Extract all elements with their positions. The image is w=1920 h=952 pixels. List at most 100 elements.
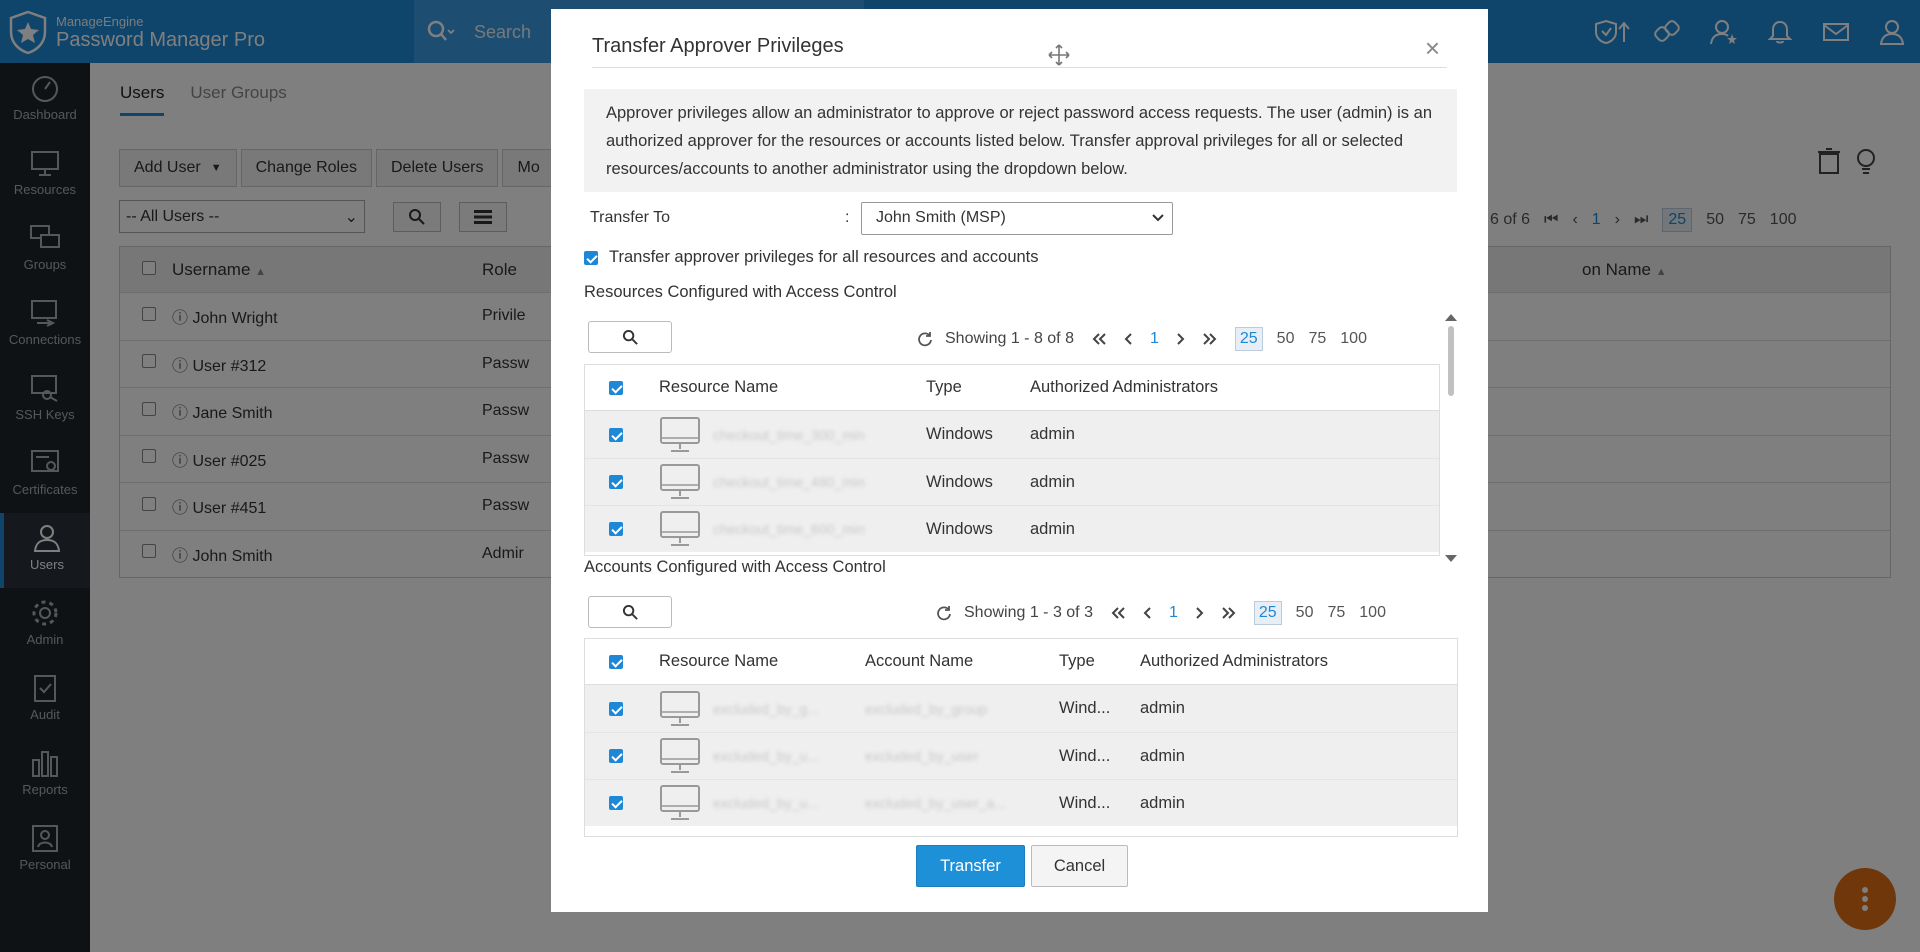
accounts-table: Resource Name Account Name Type Authoriz… <box>584 638 1458 837</box>
prev-page-icon[interactable] <box>1124 333 1132 345</box>
search-icon <box>622 604 638 620</box>
current-page[interactable]: 1 <box>1150 330 1159 348</box>
type-cell: Wind... <box>1059 699 1111 717</box>
authorized-admins-header[interactable]: Authorized Administrators <box>1030 378 1218 397</box>
transfer-all-row: Transfer approver privileges for all res… <box>584 248 1039 267</box>
resource-name-header[interactable]: Resource Name <box>659 378 926 397</box>
row-checkbox[interactable] <box>609 749 623 763</box>
accounts-section-title: Accounts Configured with Access Control <box>584 558 886 576</box>
row-checkbox[interactable] <box>609 522 623 536</box>
row-checkbox[interactable] <box>609 475 623 489</box>
type-cell: Windows <box>926 519 993 538</box>
refresh-icon[interactable] <box>936 605 952 621</box>
table-row[interactable]: excluded_by_u... excluded_by_user Wind..… <box>585 732 1457 779</box>
info-panel: Approver privileges allow an administrat… <box>584 89 1457 192</box>
next-page-icon[interactable] <box>1177 333 1185 345</box>
resources-scrollbar[interactable] <box>1444 312 1458 564</box>
resource-name-header[interactable]: Resource Name <box>659 652 865 671</box>
current-page[interactable]: 1 <box>1169 604 1178 622</box>
transfer-button[interactable]: Transfer <box>916 845 1025 887</box>
type-cell: Wind... <box>1059 746 1111 765</box>
account-name[interactable]: excluded_by_group <box>865 701 1059 717</box>
close-button[interactable]: × <box>1425 35 1440 61</box>
admins-cell: admin <box>1030 519 1075 538</box>
last-page-icon[interactable] <box>1203 333 1217 345</box>
monitor-icon <box>660 464 700 499</box>
account-name[interactable]: excluded_by_user_a... <box>865 795 1059 811</box>
page-size-50[interactable]: 50 <box>1296 604 1314 622</box>
prev-page-icon[interactable] <box>1143 607 1151 619</box>
chevron-down-icon <box>1152 214 1164 222</box>
resources-pager: Showing 1 - 8 of 8 1 25 50 75 100 <box>917 327 1381 351</box>
transfer-all-label[interactable]: Transfer approver privileges for all res… <box>609 248 1039 267</box>
transfer-to-row: Transfer To : John Smith (MSP) <box>590 201 1190 235</box>
search-icon <box>622 329 638 345</box>
account-name-header[interactable]: Account Name <box>865 652 1059 671</box>
scroll-thumb[interactable] <box>1448 326 1454 396</box>
resources-section-title: Resources Configured with Access Control <box>584 283 897 301</box>
table-row[interactable]: checkout_time_480_min Windows admin <box>585 458 1439 505</box>
resource-name[interactable]: excluded_by_u... <box>713 748 819 764</box>
monitor-icon <box>660 785 700 820</box>
refresh-icon[interactable] <box>917 331 933 347</box>
page-size-100[interactable]: 100 <box>1340 330 1367 348</box>
type-cell: Windows <box>926 425 993 443</box>
transfer-all-checkbox[interactable] <box>584 250 598 265</box>
admins-cell: admin <box>1140 746 1185 765</box>
row-checkbox[interactable] <box>609 427 623 442</box>
resources-table: Resource Name Type Authorized Administra… <box>584 364 1440 556</box>
accounts-select-all-checkbox[interactable] <box>609 654 623 669</box>
type-header[interactable]: Type <box>1059 652 1140 671</box>
table-row[interactable]: excluded_by_u... excluded_by_user_a... W… <box>585 779 1457 826</box>
admins-cell: admin <box>1030 425 1075 443</box>
scroll-up-icon[interactable] <box>1444 312 1458 322</box>
monitor-icon <box>660 690 700 726</box>
resource-name[interactable]: checkout_time_600_min <box>713 521 865 537</box>
dialog-title: Transfer Approver Privileges <box>592 35 844 57</box>
resource-name[interactable]: excluded_by_u... <box>713 795 819 811</box>
resource-name[interactable]: checkout_time_480_min <box>713 474 865 490</box>
monitor-icon <box>660 738 700 773</box>
transfer-to-colon: : <box>845 209 850 226</box>
page-size-25[interactable]: 25 <box>1234 327 1263 351</box>
type-cell: Wind... <box>1059 793 1111 812</box>
next-page-icon[interactable] <box>1196 607 1204 619</box>
resource-name[interactable]: excluded_by_g... <box>713 701 819 717</box>
page-size-75[interactable]: 75 <box>1308 330 1326 348</box>
type-header[interactable]: Type <box>926 378 1030 397</box>
resources-search-button[interactable] <box>588 321 672 353</box>
accounts-search-button[interactable] <box>588 596 672 628</box>
last-page-icon[interactable] <box>1222 607 1236 619</box>
row-checkbox[interactable] <box>609 701 623 716</box>
cancel-button[interactable]: Cancel <box>1031 845 1128 887</box>
admins-cell: admin <box>1140 793 1185 812</box>
page-size-25[interactable]: 25 <box>1253 601 1282 625</box>
transfer-approver-dialog: Transfer Approver Privileges × Approver … <box>551 9 1488 912</box>
scroll-down-icon[interactable] <box>1444 554 1458 564</box>
monitor-icon <box>660 511 700 546</box>
resource-name[interactable]: checkout_time_300_min <box>713 427 865 443</box>
type-cell: Windows <box>926 472 993 491</box>
row-checkbox[interactable] <box>609 796 623 810</box>
title-divider <box>592 67 1447 68</box>
resources-showing: Showing 1 - 8 of 8 <box>945 330 1074 347</box>
accounts-pager: Showing 1 - 3 of 3 1 25 50 75 100 <box>936 601 1400 625</box>
move-icon[interactable] <box>1047 43 1071 67</box>
page-size-75[interactable]: 75 <box>1327 604 1345 622</box>
table-row[interactable]: checkout_time_300_min Windows admin <box>585 411 1439 458</box>
transfer-to-value: John Smith (MSP) <box>876 209 1006 226</box>
account-name[interactable]: excluded_by_user <box>865 748 1059 764</box>
transfer-to-select[interactable]: John Smith (MSP) <box>861 201 1173 235</box>
first-page-icon[interactable] <box>1111 607 1125 619</box>
monitor-icon <box>660 416 700 452</box>
resources-select-all-checkbox[interactable] <box>609 380 623 395</box>
authorized-admins-header[interactable]: Authorized Administrators <box>1140 652 1328 671</box>
table-row[interactable]: excluded_by_g... excluded_by_group Wind.… <box>585 685 1457 732</box>
first-page-icon[interactable] <box>1092 333 1106 345</box>
table-row[interactable]: checkout_time_600_min Windows admin <box>585 505 1439 552</box>
transfer-to-label: Transfer To <box>590 209 671 226</box>
admins-cell: admin <box>1140 699 1185 717</box>
page-size-50[interactable]: 50 <box>1277 330 1295 348</box>
accounts-showing: Showing 1 - 3 of 3 <box>964 604 1093 621</box>
page-size-100[interactable]: 100 <box>1359 604 1386 622</box>
